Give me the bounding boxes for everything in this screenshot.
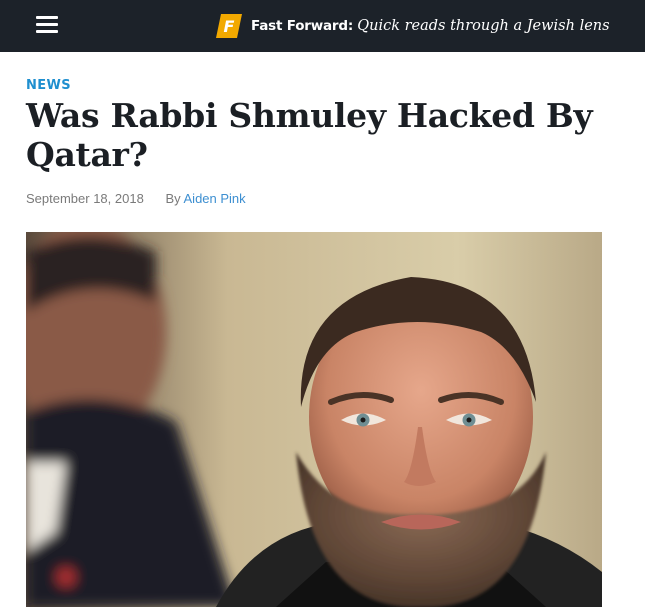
article-hero-photo	[26, 232, 602, 607]
logo-letter: F	[224, 17, 235, 36]
article-category-link[interactable]: NEWS	[26, 78, 71, 93]
fast-forward-link[interactable]: Fast Forward: Quick reads through a Jewi…	[251, 14, 610, 38]
fast-forward-label: Fast Forward:	[251, 18, 354, 34]
article-meta: September 18, 2018 By Aiden Pink	[26, 191, 246, 206]
article-headline: Was Rabbi Shmuley Hacked By Qatar?	[26, 96, 593, 174]
byline-prefix: By	[165, 191, 181, 206]
hamburger-menu-icon[interactable]	[36, 16, 58, 34]
fast-forward-tagline: Quick reads through a Jewish lens	[357, 18, 610, 34]
top-navigation-bar: F Fast Forward: Quick reads through a Je…	[0, 0, 645, 52]
author-link[interactable]: Aiden Pink	[184, 191, 246, 206]
byline: By Aiden Pink	[165, 191, 245, 206]
article-date: September 18, 2018	[26, 191, 144, 206]
fast-forward-logo-icon[interactable]: F	[216, 14, 242, 38]
